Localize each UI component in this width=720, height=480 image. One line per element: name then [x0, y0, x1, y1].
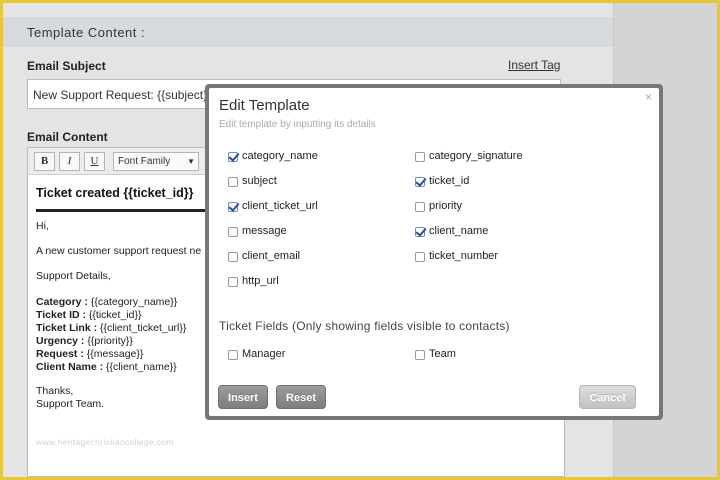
detail-label: Urgency : [36, 335, 85, 347]
checkbox-priority[interactable] [415, 202, 425, 212]
signature-text: Support Team. [36, 398, 105, 410]
detail-line-ticket-link: Ticket Link : {{client_ticket_url}} [36, 322, 186, 334]
modal-subtitle: Edit template by inputting its details [219, 119, 376, 130]
checkbox-client-ticket-url[interactable] [228, 202, 238, 212]
checkbox-ticket-id[interactable] [415, 177, 425, 187]
checkbox-message[interactable] [228, 227, 238, 237]
checkbox-client-name[interactable] [415, 227, 425, 237]
detail-line-request: Request : {{message}} [36, 348, 143, 360]
option-label: http_url [242, 275, 279, 287]
detail-line-client-name: Client Name : {{client_name}} [36, 361, 177, 373]
checkbox-ticket-number[interactable] [415, 252, 425, 262]
greeting-text: Hi, [36, 220, 49, 232]
detail-value: {{ticket_id}} [86, 309, 142, 321]
italic-button[interactable]: I [59, 152, 80, 171]
close-icon[interactable]: × [645, 90, 652, 104]
detail-label: Ticket Link : [36, 322, 98, 334]
underline-button[interactable]: U [84, 152, 105, 171]
detail-label: Ticket ID : [36, 309, 86, 321]
bold-button[interactable]: B [34, 152, 55, 171]
checkbox-category-signature[interactable] [415, 152, 425, 162]
checkbox-client-email[interactable] [228, 252, 238, 262]
ticket-fields-heading: Ticket Fields (Only showing fields visib… [219, 319, 510, 333]
reset-button[interactable]: Reset [276, 385, 326, 409]
cancel-button[interactable]: Cancel [579, 385, 636, 409]
option-label: ticket_id [429, 175, 470, 187]
section-title: Template Content : [3, 17, 613, 47]
insert-tag-link[interactable]: Insert Tag [508, 58, 560, 72]
detail-value: {{priority}} [84, 335, 133, 347]
detail-line-urgency: Urgency : {{priority}} [36, 335, 133, 347]
detail-value: {{client_ticket_url}} [97, 322, 187, 334]
detail-label: Request : [36, 348, 84, 360]
option-label: client_email [242, 250, 301, 262]
font-family-select[interactable]: Font Family ▼ [113, 152, 199, 171]
edit-template-modal: Edit Template × Edit template by inputti… [209, 88, 659, 416]
detail-label: Client Name : [36, 361, 104, 373]
option-label: ticket_number [429, 250, 499, 262]
modal-title: Edit Template [219, 97, 310, 114]
insert-button[interactable]: Insert [218, 385, 268, 409]
option-label: category_signature [429, 150, 523, 162]
option-label: category_name [242, 150, 318, 162]
checkbox-manager[interactable] [228, 350, 238, 360]
chevron-down-icon: ▼ [187, 157, 195, 166]
intro-text: A new customer support request ne [36, 245, 202, 257]
font-family-value: Font Family [118, 156, 171, 167]
watermark-text: www.heritagechristiancollege.com [36, 437, 174, 447]
detail-label: Category : [36, 296, 88, 308]
checkbox-team[interactable] [415, 350, 425, 360]
thanks-text: Thanks, [36, 385, 74, 397]
content-heading: Ticket created {{ticket_id}} [36, 186, 194, 200]
support-details-text: Support Details, [36, 270, 111, 282]
option-label: subject [242, 175, 277, 187]
detail-value: {{client_name}} [103, 361, 177, 373]
email-subject-label: Email Subject [27, 59, 106, 73]
email-content-label: Email Content [27, 130, 108, 144]
detail-value: {{message}} [83, 348, 144, 360]
option-label: Manager [242, 348, 286, 360]
checkbox-subject[interactable] [228, 177, 238, 187]
detail-value: {{category_name}} [87, 296, 178, 308]
option-label: client_name [429, 225, 489, 237]
detail-line-category: Category : {{category_name}} [36, 296, 177, 308]
option-label: priority [429, 200, 463, 212]
option-label: message [242, 225, 287, 237]
option-label: Team [429, 348, 456, 360]
checkbox-category-name[interactable] [228, 152, 238, 162]
checkbox-http-url[interactable] [228, 277, 238, 287]
detail-line-ticket-id: Ticket ID : {{ticket_id}} [36, 309, 141, 321]
option-label: client_ticket_url [242, 200, 318, 212]
